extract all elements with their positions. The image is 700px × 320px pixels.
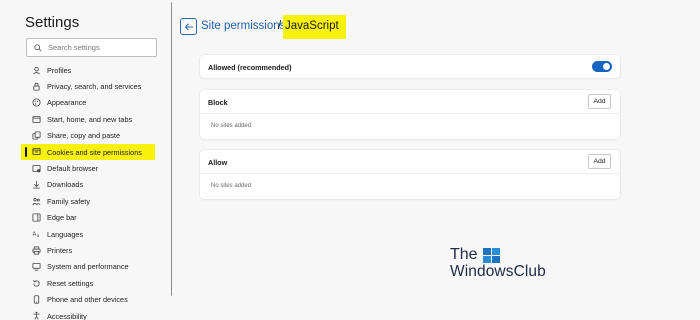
sidebar-item-label: Languages bbox=[47, 229, 84, 239]
sidebar-item-label: Downloads bbox=[47, 180, 84, 190]
sidebar-nav: Profiles Privacy, search, and services A… bbox=[0, 62, 172, 320]
search-input[interactable] bbox=[48, 43, 148, 52]
sidebar-item-phone[interactable]: Phone and other devices bbox=[0, 291, 172, 307]
browser-icon bbox=[32, 164, 41, 173]
sidebar-scrollbar-thumb[interactable] bbox=[171, 2, 172, 296]
svg-text:a: a bbox=[37, 235, 40, 239]
share-icon bbox=[32, 131, 41, 140]
block-list-card: Block Add No sites added bbox=[200, 90, 620, 139]
sidebar-item-printers[interactable]: Printers bbox=[0, 242, 172, 258]
sidebar-item-languages[interactable]: A a Languages bbox=[0, 226, 172, 242]
main-content: Site permissions / JavaScript Allowed (r… bbox=[174, 0, 700, 320]
sidebar-item-label: Printers bbox=[47, 245, 73, 255]
back-button[interactable] bbox=[180, 18, 197, 35]
sidebar-item-label: Cookies and site permissions bbox=[47, 147, 142, 157]
allowed-toggle[interactable] bbox=[592, 61, 612, 72]
allow-empty-message: No sites added bbox=[211, 183, 252, 189]
divider bbox=[200, 113, 620, 114]
allow-list-card: Allow Add No sites added bbox=[200, 150, 620, 199]
page-title: JavaScript bbox=[285, 20, 339, 32]
sidebar-item-system[interactable]: System and performance bbox=[0, 259, 172, 275]
reset-icon bbox=[33, 279, 40, 287]
sidebar-item-label: Profiles bbox=[47, 65, 72, 75]
back-arrow-icon bbox=[184, 22, 193, 31]
lock-icon bbox=[33, 82, 40, 91]
sidebar-item-label: Accessibility bbox=[47, 311, 87, 320]
printer-icon bbox=[32, 246, 41, 255]
sidebar-item-edge-bar[interactable]: Edge bar bbox=[0, 210, 172, 226]
sidebar-item-accessibility[interactable]: Accessibility bbox=[0, 308, 172, 320]
watermark-line2: WindowsClub bbox=[450, 263, 546, 280]
sidebar-item-label: Privacy, search, and services bbox=[47, 82, 142, 92]
sidebar-item-cookies[interactable]: Cookies and site permissions bbox=[0, 143, 172, 161]
block-section-title: Block bbox=[208, 98, 228, 107]
sidebar-item-label: System and performance bbox=[47, 262, 129, 272]
phone-icon bbox=[33, 295, 40, 304]
allow-add-button[interactable]: Add bbox=[588, 154, 611, 169]
watermark-line1: The bbox=[450, 246, 478, 263]
sidebar-item-downloads[interactable]: Downloads bbox=[0, 177, 172, 193]
sidebar-item-appearance[interactable]: Appearance bbox=[0, 95, 172, 111]
sidebar-item-start-home[interactable]: Start, home, and new tabs bbox=[0, 111, 172, 127]
system-icon bbox=[32, 263, 41, 271]
sidebar-item-label: Family safety bbox=[47, 196, 90, 206]
windows-logo-icon bbox=[483, 248, 500, 263]
watermark-logo: The WindowsClub bbox=[450, 246, 560, 286]
sidebar-item-reset[interactable]: Reset settings bbox=[0, 275, 172, 291]
sidebar-item-privacy[interactable]: Privacy, search, and services bbox=[0, 78, 172, 94]
home-icon bbox=[32, 115, 41, 123]
sidebar-item-label: Share, copy and paste bbox=[47, 131, 121, 141]
sidebar-item-default-browser[interactable]: Default browser bbox=[0, 160, 172, 176]
active-indicator bbox=[25, 146, 27, 158]
site-permissions-icon bbox=[32, 148, 41, 156]
appearance-icon bbox=[32, 98, 41, 107]
divider bbox=[200, 173, 620, 174]
accessibility-icon bbox=[33, 312, 40, 320]
block-empty-message: No sites added bbox=[211, 123, 252, 129]
search-box[interactable] bbox=[26, 38, 157, 57]
sidebar-item-label: Appearance bbox=[47, 98, 87, 108]
edge-bar-icon bbox=[32, 213, 41, 222]
allow-section-title: Allow bbox=[208, 158, 228, 167]
breadcrumb-parent-link[interactable]: Site permissions bbox=[201, 20, 285, 32]
profile-icon bbox=[33, 66, 40, 74]
languages-icon: A a bbox=[32, 232, 40, 239]
sidebar-item-profiles[interactable]: Profiles bbox=[0, 62, 172, 78]
search-icon bbox=[34, 43, 42, 52]
sidebar-item-family-safety[interactable]: Family safety bbox=[0, 193, 172, 209]
allowed-setting-card: Allowed (recommended) bbox=[200, 55, 620, 78]
sidebar-item-label: Default browser bbox=[47, 164, 99, 174]
settings-sidebar: Settings Profiles Privacy, search, and s… bbox=[0, 0, 172, 320]
sidebar-title: Settings bbox=[25, 14, 80, 31]
family-icon bbox=[32, 197, 41, 205]
download-icon bbox=[33, 181, 40, 189]
toggle-knob bbox=[603, 63, 610, 70]
block-add-button[interactable]: Add bbox=[588, 94, 611, 109]
sidebar-item-label: Phone and other devices bbox=[47, 295, 128, 305]
sidebar-item-label: Edge bar bbox=[47, 213, 77, 223]
breadcrumb-separator: / bbox=[278, 20, 282, 32]
sidebar-item-label: Reset settings bbox=[47, 278, 94, 288]
sidebar-item-label: Start, home, and new tabs bbox=[47, 114, 133, 124]
allowed-label: Allowed (recommended) bbox=[208, 63, 292, 72]
sidebar-item-share[interactable]: Share, copy and paste bbox=[0, 128, 172, 144]
